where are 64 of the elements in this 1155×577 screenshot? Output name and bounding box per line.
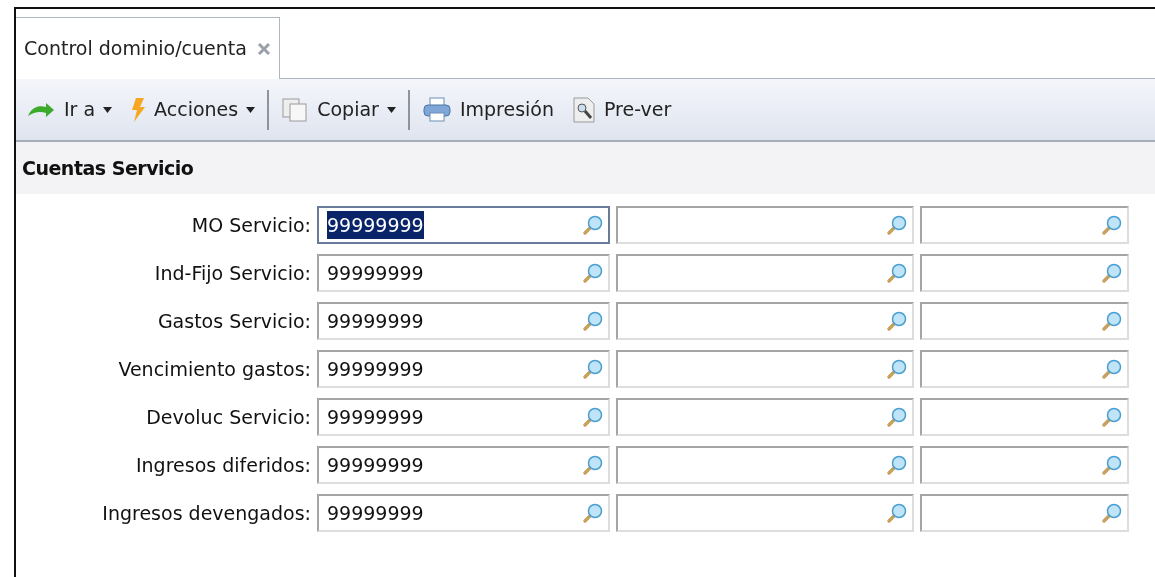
input-field[interactable]	[920, 254, 1129, 292]
dropdown-button[interactable]: Ir a	[20, 93, 119, 126]
search-icon[interactable]	[1101, 502, 1123, 524]
input-field[interactable]: 99999999	[317, 398, 610, 436]
input-field[interactable]	[920, 398, 1129, 436]
caret-icon	[103, 106, 113, 113]
tab[interactable]: Control dominio/cuenta	[16, 17, 280, 79]
input-field[interactable]	[920, 446, 1129, 484]
search-icon[interactable]	[886, 262, 908, 284]
search-icon[interactable]	[1101, 214, 1123, 236]
input-field[interactable]	[616, 254, 914, 292]
input-field[interactable]	[616, 398, 914, 436]
field-label: Vencimiento gastos:	[117, 356, 311, 382]
preview-icon	[572, 96, 596, 123]
printer-icon	[421, 96, 452, 123]
search-icon[interactable]	[582, 262, 604, 284]
input-field[interactable]: 99999999	[317, 446, 610, 484]
field-label: Gastos Servicio:	[156, 308, 311, 334]
close-icon[interactable]	[256, 41, 271, 56]
input-field[interactable]: 99999999	[317, 254, 610, 292]
search-icon[interactable]	[886, 406, 908, 428]
field-label: Devoluc Servicio:	[145, 404, 311, 430]
input-field[interactable]	[616, 350, 914, 388]
search-icon[interactable]	[886, 502, 908, 524]
search-icon[interactable]	[886, 310, 908, 332]
input-field[interactable]: 99999999	[317, 494, 610, 532]
field-label: Ingresos devengados:	[101, 500, 311, 526]
dropdown-button[interactable]: Copiar	[275, 93, 402, 126]
search-icon[interactable]	[582, 214, 604, 236]
search-icon[interactable]	[1101, 358, 1123, 380]
input-field[interactable]	[616, 446, 914, 484]
search-icon[interactable]	[582, 454, 604, 476]
section-title: Cuentas Servicio	[22, 155, 194, 181]
input-field[interactable]: 99999999	[317, 206, 610, 244]
lightning-icon	[130, 96, 147, 123]
search-icon[interactable]	[1101, 310, 1123, 332]
field-label: Ingresos diferidos:	[134, 452, 311, 478]
input-field[interactable]	[616, 206, 914, 244]
dropdown-button[interactable]: Acciones	[124, 93, 262, 126]
search-icon[interactable]	[582, 358, 604, 380]
search-icon[interactable]	[582, 502, 604, 524]
input-field[interactable]: 99999999	[317, 302, 610, 340]
input-field[interactable]	[920, 206, 1129, 244]
copy-icon	[281, 96, 310, 123]
input-field[interactable]	[616, 494, 914, 532]
input-field[interactable]	[616, 302, 914, 340]
input-field[interactable]: 99999999	[317, 350, 610, 388]
caret-icon	[246, 106, 256, 113]
input-field[interactable]	[920, 494, 1129, 532]
toolbar-button[interactable]: Impresión	[415, 93, 560, 126]
search-icon[interactable]	[1101, 454, 1123, 476]
field-label: MO Servicio:	[190, 212, 311, 238]
toolbar-button[interactable]: Pre-ver	[566, 93, 678, 126]
search-icon[interactable]	[582, 406, 604, 428]
field-label: Ind-Fijo Servicio:	[153, 260, 311, 286]
search-icon[interactable]	[582, 310, 604, 332]
search-icon[interactable]	[1101, 262, 1123, 284]
search-icon[interactable]	[1101, 406, 1123, 428]
search-icon[interactable]	[886, 454, 908, 476]
search-icon[interactable]	[886, 214, 908, 236]
caret-icon	[386, 106, 396, 113]
input-field[interactable]	[920, 350, 1129, 388]
input-field[interactable]	[920, 302, 1129, 340]
search-icon[interactable]	[886, 358, 908, 380]
